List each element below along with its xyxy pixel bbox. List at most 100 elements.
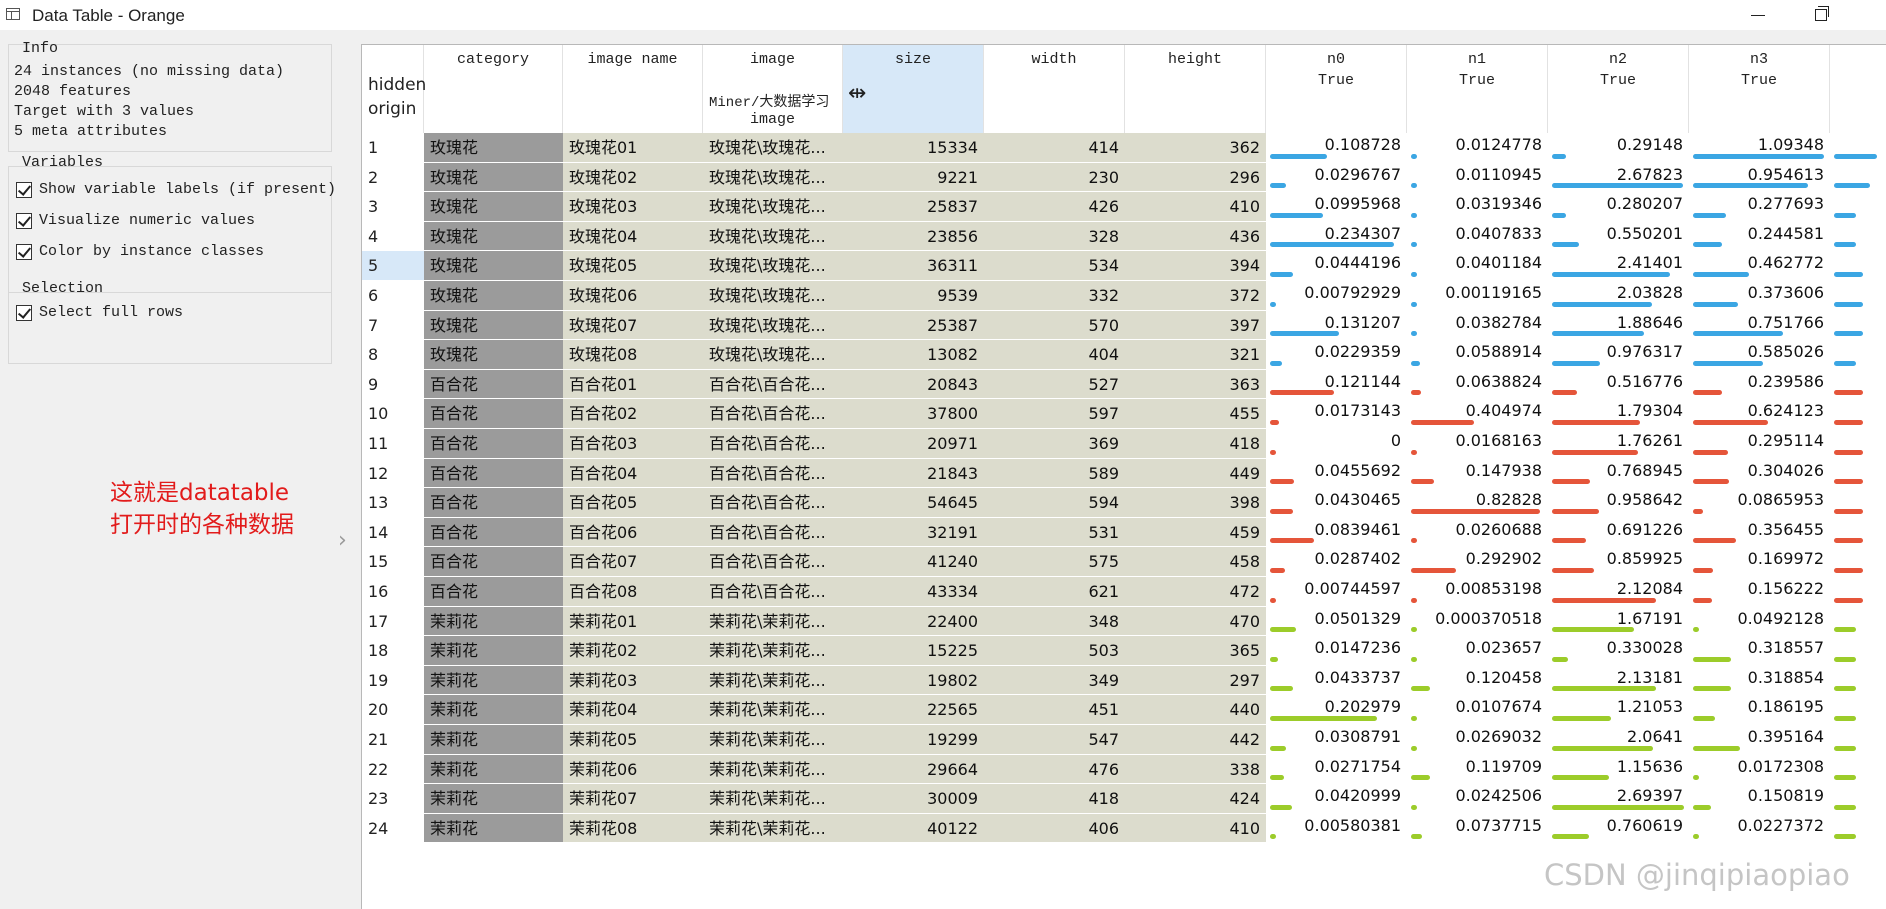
cell-n3[interactable]: 0.156222: [1689, 577, 1830, 607]
cell-size[interactable]: 20843: [843, 369, 984, 400]
cell-n4[interactable]: [1830, 429, 1886, 459]
cell-width[interactable]: 531: [984, 517, 1125, 548]
cell-image-name[interactable]: 百合花01: [563, 369, 703, 400]
cell-n3[interactable]: 0.239586: [1689, 369, 1830, 400]
cell-n2[interactable]: 0.280207: [1548, 192, 1689, 222]
row-index[interactable]: 14: [362, 517, 424, 548]
cell-image[interactable]: 茉莉花\茉莉花...: [703, 813, 843, 844]
table-row[interactable]: 3 玫瑰花 玫瑰花03 玫瑰花\玫瑰花... 25837 426 410 0.0995968 0…: [362, 192, 1886, 222]
cell-n4[interactable]: [1830, 162, 1886, 193]
row-index[interactable]: 19: [362, 665, 424, 696]
cell-width[interactable]: 527: [984, 369, 1125, 400]
cell-width[interactable]: 534: [984, 251, 1125, 281]
cell-n0[interactable]: 0.00792929: [1266, 281, 1407, 311]
cell-image[interactable]: 百合花\百合花...: [703, 547, 843, 577]
table-row[interactable]: 12 百合花 百合花04 百合花\百合花... 21843 589 449 0.0455692…: [362, 458, 1886, 489]
column-header-width[interactable]: width: [984, 45, 1125, 133]
row-index[interactable]: 24: [362, 813, 424, 844]
row-index[interactable]: 6: [362, 281, 424, 311]
cell-n1[interactable]: 0.00853198: [1407, 577, 1548, 607]
cell-n0[interactable]: 0.108728: [1266, 133, 1407, 163]
cell-width[interactable]: 328: [984, 221, 1125, 252]
row-index[interactable]: 4: [362, 221, 424, 252]
cell-width[interactable]: 349: [984, 665, 1125, 696]
cell-height[interactable]: 440: [1125, 695, 1266, 725]
cell-size[interactable]: 23856: [843, 221, 984, 252]
cell-category[interactable]: 玫瑰花: [424, 281, 563, 311]
table-row[interactable]: 10 百合花 百合花02 百合花\百合花... 37800 597 455 0.0173143…: [362, 399, 1886, 429]
cell-category[interactable]: 茉莉花: [424, 606, 563, 637]
cell-n0[interactable]: 0.234307: [1266, 221, 1407, 252]
cell-n2[interactable]: 1.88646: [1548, 310, 1689, 341]
cell-n3[interactable]: 1.09348: [1689, 133, 1830, 163]
cell-height[interactable]: 410: [1125, 813, 1266, 844]
column-header-height[interactable]: height: [1125, 45, 1266, 133]
cell-size[interactable]: 22400: [843, 606, 984, 637]
cell-width[interactable]: 332: [984, 281, 1125, 311]
cell-image-name[interactable]: 玫瑰花01: [563, 133, 703, 163]
row-index[interactable]: 1: [362, 133, 424, 163]
cell-height[interactable]: 321: [1125, 340, 1266, 370]
cell-n4[interactable]: [1830, 695, 1886, 725]
cell-n3[interactable]: 0.585026: [1689, 340, 1830, 370]
cell-n1[interactable]: 0.0319346: [1407, 192, 1548, 222]
cell-category[interactable]: 玫瑰花: [424, 251, 563, 281]
cell-n2[interactable]: 1.67191: [1548, 606, 1689, 637]
cell-image-name[interactable]: 百合花05: [563, 488, 703, 518]
row-index[interactable]: 11: [362, 429, 424, 459]
cell-image[interactable]: 玫瑰花\玫瑰花...: [703, 133, 843, 163]
cell-n1[interactable]: 0.0588914: [1407, 340, 1548, 370]
column-header-n4[interactable]: [1830, 45, 1886, 133]
cell-n1[interactable]: 0.0382784: [1407, 310, 1548, 341]
cell-n3[interactable]: 0.395164: [1689, 725, 1830, 755]
cell-n0[interactable]: 0.0147236: [1266, 636, 1407, 666]
column-header-n1[interactable]: n1 True: [1407, 45, 1548, 133]
cell-size[interactable]: 19299: [843, 725, 984, 755]
cell-image-name[interactable]: 茉莉花04: [563, 695, 703, 725]
cell-n1[interactable]: 0.00119165: [1407, 281, 1548, 311]
cell-image[interactable]: 茉莉花\茉莉花...: [703, 695, 843, 725]
table-row[interactable]: 14 百合花 百合花06 百合花\百合花... 32191 531 459 0.0839461…: [362, 517, 1886, 548]
cell-size[interactable]: 40122: [843, 813, 984, 844]
cell-height[interactable]: 397: [1125, 310, 1266, 341]
table-row[interactable]: 16 百合花 百合花08 百合花\百合花... 43334 621 472 0.0074459…: [362, 577, 1886, 607]
cell-n3[interactable]: 0.356455: [1689, 517, 1830, 548]
cell-image-name[interactable]: 玫瑰花04: [563, 221, 703, 252]
row-index[interactable]: 13: [362, 488, 424, 518]
cell-width[interactable]: 621: [984, 577, 1125, 607]
cell-n2[interactable]: 0.516776: [1548, 369, 1689, 400]
cell-n3[interactable]: 0.624123: [1689, 399, 1830, 429]
cell-n0[interactable]: 0.0501329: [1266, 606, 1407, 637]
row-index[interactable]: 16: [362, 577, 424, 607]
cell-height[interactable]: 418: [1125, 429, 1266, 459]
cell-n0[interactable]: 0.0433737: [1266, 665, 1407, 696]
cell-category[interactable]: 茉莉花: [424, 754, 563, 785]
cell-n1[interactable]: 0.0737715: [1407, 813, 1548, 844]
row-index[interactable]: 8: [362, 340, 424, 370]
row-index[interactable]: 17: [362, 606, 424, 637]
cell-size[interactable]: 15334: [843, 133, 984, 163]
cell-width[interactable]: 414: [984, 133, 1125, 163]
cell-image[interactable]: 百合花\百合花...: [703, 399, 843, 429]
cell-width[interactable]: 451: [984, 695, 1125, 725]
cell-height[interactable]: 424: [1125, 784, 1266, 814]
cell-size[interactable]: 15225: [843, 636, 984, 666]
cell-category[interactable]: 茉莉花: [424, 813, 563, 844]
table-row[interactable]: 5 玫瑰花 玫瑰花05 玫瑰花\玫瑰花... 36311 534 394 0.0444196 0…: [362, 251, 1886, 281]
cell-category[interactable]: 百合花: [424, 547, 563, 577]
cell-height[interactable]: 398: [1125, 488, 1266, 518]
cell-image[interactable]: 百合花\百合花...: [703, 429, 843, 459]
cell-height[interactable]: 297: [1125, 665, 1266, 696]
cell-n2[interactable]: 0.691226: [1548, 517, 1689, 548]
cell-category[interactable]: 百合花: [424, 577, 563, 607]
cell-image-name[interactable]: 百合花02: [563, 399, 703, 429]
visualize-checkbox[interactable]: Visualize numeric values: [16, 212, 255, 229]
table-row[interactable]: 20 茉莉花 茉莉花04 茉莉花\茉莉花... 22565 451 440 0.202979 0…: [362, 695, 1886, 725]
cell-n0[interactable]: 0.0444196: [1266, 251, 1407, 281]
cell-n1[interactable]: 0.119709: [1407, 754, 1548, 785]
cell-image-name[interactable]: 玫瑰花05: [563, 251, 703, 281]
table-row[interactable]: 15 百合花 百合花07 百合花\百合花... 41240 575 458 0.0287402…: [362, 547, 1886, 577]
show-labels-checkbox[interactable]: Show variable labels (if present): [16, 181, 336, 198]
cell-n0[interactable]: 0.0271754: [1266, 754, 1407, 785]
cell-image-name[interactable]: 百合花03: [563, 429, 703, 459]
